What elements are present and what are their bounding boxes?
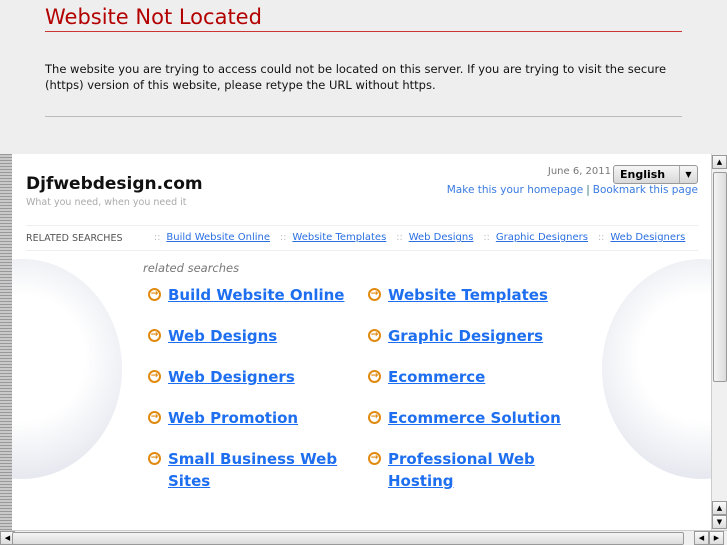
scroll-right-button[interactable]: ▶ bbox=[709, 531, 724, 545]
separator: :: bbox=[280, 232, 287, 243]
arrow-right-icon: → bbox=[148, 452, 161, 465]
vertical-scroll-thumb[interactable] bbox=[713, 172, 727, 382]
related-searches-title: related searches bbox=[143, 261, 240, 275]
related-link[interactable]: Build Website Online bbox=[168, 284, 344, 306]
arrow-right-icon: → bbox=[148, 370, 161, 383]
date: June 6, 2011 bbox=[547, 166, 611, 177]
divider bbox=[45, 116, 682, 117]
related-link-item[interactable]: → Graphic Designers bbox=[368, 325, 578, 347]
error-message: The website you are trying to access cou… bbox=[45, 62, 667, 92]
related-link-item[interactable]: → Professional Web Hosting bbox=[368, 448, 578, 492]
divider bbox=[45, 31, 682, 32]
arrow-right-icon: → bbox=[368, 411, 381, 424]
related-link-item[interactable]: → Web Designs bbox=[148, 325, 358, 347]
error-title: Website Not Located bbox=[45, 5, 262, 29]
related-link[interactable]: Web Designs bbox=[168, 325, 277, 347]
scroll-up-button-lower[interactable]: ▲ bbox=[712, 501, 727, 515]
related-link[interactable]: Ecommerce bbox=[388, 366, 485, 388]
related-link-item[interactable]: → Web Promotion bbox=[148, 407, 358, 429]
related-bar-link[interactable]: Website Templates bbox=[292, 232, 386, 243]
scroll-down-button[interactable]: ▼ bbox=[712, 515, 727, 529]
related-link[interactable]: Ecommerce Solution bbox=[388, 407, 561, 429]
make-homepage-link[interactable]: Make this your homepage bbox=[447, 184, 583, 196]
scroll-left-button-right[interactable]: ◀ bbox=[694, 531, 709, 545]
language-select[interactable]: English ▼ bbox=[613, 165, 698, 184]
arrow-right-icon: → bbox=[368, 370, 381, 383]
site-tagline: What you need, when you need it bbox=[26, 197, 187, 208]
vertical-scrollbar[interactable]: ▲ ▲ ▼ bbox=[711, 154, 727, 530]
related-link[interactable]: Web Promotion bbox=[168, 407, 298, 429]
related-link-item[interactable]: → Ecommerce bbox=[368, 366, 578, 388]
related-link-item[interactable]: → Small Business Web Sites bbox=[148, 448, 358, 492]
related-bar-link[interactable]: Graphic Designers bbox=[496, 232, 588, 243]
arrow-right-icon: → bbox=[148, 411, 161, 424]
related-link-item[interactable]: → Web Designers bbox=[148, 366, 358, 388]
language-value: English bbox=[620, 168, 666, 181]
related-link[interactable]: Small Business Web Sites bbox=[168, 448, 358, 492]
related-link[interactable]: Graphic Designers bbox=[388, 325, 543, 347]
horizontal-scroll-thumb[interactable] bbox=[12, 532, 684, 545]
separator: :: bbox=[483, 232, 490, 243]
parked-page-frame: Djfwebdesign.com What you need, when you… bbox=[12, 154, 711, 530]
related-link-item[interactable]: → Website Templates bbox=[368, 284, 578, 306]
scroll-up-button[interactable]: ▲ bbox=[712, 155, 727, 169]
related-link-item[interactable]: → Build Website Online bbox=[148, 284, 358, 306]
arrow-right-icon: → bbox=[368, 288, 381, 301]
globe-decoration-right bbox=[602, 259, 711, 479]
top-links: Make this your homepage | Bookmark this pa… bbox=[447, 184, 698, 196]
arrow-right-icon: → bbox=[368, 329, 381, 342]
separator: :: bbox=[396, 232, 403, 243]
related-link[interactable]: Professional Web Hosting bbox=[388, 448, 578, 492]
arrow-right-icon: → bbox=[368, 452, 381, 465]
related-searches-bar: RELATED SEARCHES :: Build Website Online:… bbox=[26, 225, 698, 251]
related-bar-link[interactable]: Web Designs bbox=[409, 232, 474, 243]
related-bar-link[interactable]: Web Designers bbox=[610, 232, 685, 243]
horizontal-scrollbar[interactable]: ◀ ◀ ▶ bbox=[0, 530, 727, 545]
site-logo[interactable]: Djfwebdesign.com bbox=[26, 174, 203, 194]
arrow-right-icon: → bbox=[148, 288, 161, 301]
related-searches-label: RELATED SEARCHES bbox=[26, 233, 123, 244]
related-link[interactable]: Website Templates bbox=[388, 284, 548, 306]
separator: :: bbox=[597, 232, 605, 243]
chevron-down-icon: ▼ bbox=[679, 166, 697, 183]
divider: | bbox=[586, 184, 590, 196]
bookmark-link[interactable]: Bookmark this page bbox=[593, 184, 698, 196]
related-link-item[interactable]: → Ecommerce Solution bbox=[368, 407, 578, 429]
frame-border bbox=[0, 154, 12, 530]
separator: :: bbox=[154, 232, 161, 243]
related-bar-link[interactable]: Build Website Online bbox=[166, 232, 270, 243]
arrow-right-icon: → bbox=[148, 329, 161, 342]
globe-decoration-left bbox=[12, 259, 122, 479]
related-link[interactable]: Web Designers bbox=[168, 366, 295, 388]
